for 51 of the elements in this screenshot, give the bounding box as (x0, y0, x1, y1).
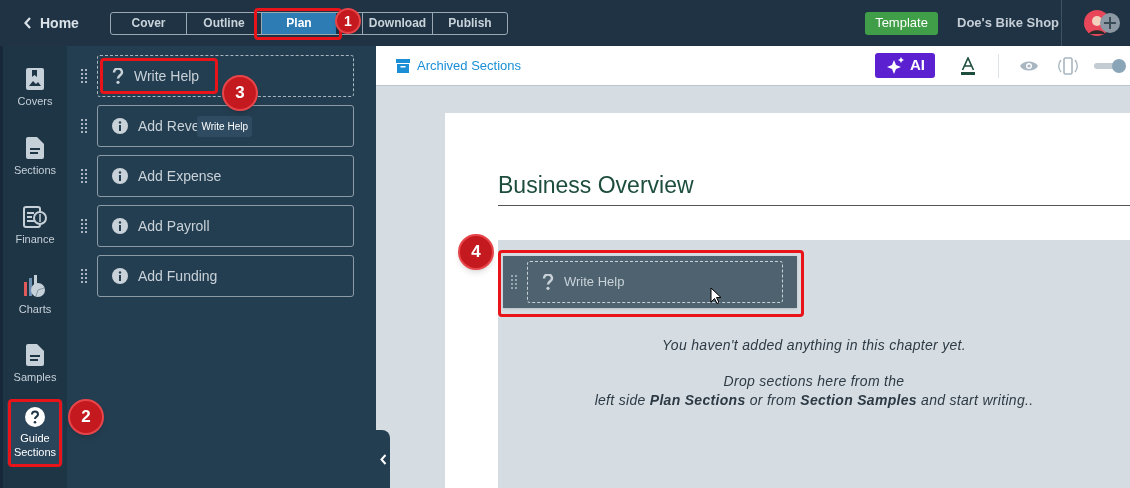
sparkle-icon (885, 56, 905, 75)
info-icon (112, 118, 128, 134)
chevron-left-icon (379, 453, 387, 465)
sidebar-item[interactable]: Sections (7, 125, 63, 189)
hint-text: Drop sections here from the (723, 372, 905, 391)
tooltip: Write Help (197, 115, 252, 137)
business-name: Doe's Bike Shop (957, 14, 1061, 33)
archive-box-icon (396, 58, 410, 73)
ai-button[interactable]: AI (875, 53, 935, 78)
section-card[interactable]: Add Payroll (97, 205, 354, 247)
info-icon (112, 168, 128, 184)
tab[interactable]: Plan (261, 12, 336, 34)
drag-handle-icon[interactable] (81, 219, 87, 233)
add-user-icon[interactable] (1100, 13, 1120, 33)
drag-handle-icon[interactable] (81, 169, 87, 183)
drag-handle-icon[interactable] (81, 119, 87, 133)
chart-icon (23, 274, 47, 298)
sidebar-item[interactable]: Covers (7, 56, 63, 120)
tab[interactable]: Cover (111, 12, 186, 34)
sidebar-item[interactable]: Samples (7, 332, 63, 396)
section-card[interactable]: Add Funding (97, 255, 354, 297)
document-icon (26, 344, 44, 366)
archived-sections-link[interactable]: Archived Sections (396, 55, 522, 76)
tab[interactable]: Download (362, 12, 432, 34)
section-label: Write Help (564, 273, 625, 292)
collapse-handle[interactable] (376, 430, 390, 488)
home-link[interactable]: Home (24, 12, 86, 34)
info-icon (112, 268, 128, 284)
sidebar-item[interactable]: Charts (7, 263, 63, 327)
document-icon (26, 137, 44, 159)
question-icon (542, 274, 554, 290)
drag-handle-icon[interactable] (81, 69, 87, 83)
hint-text: left side Plan Sections or from Section Samples and start writing.. (594, 391, 1034, 410)
info-icon (112, 218, 128, 234)
dragged-section-card[interactable]: Write Help (503, 256, 797, 308)
drag-handle-icon (511, 275, 517, 289)
picture-card-icon (26, 68, 44, 90)
back-chevron-icon (24, 17, 32, 29)
drag-handle-icon[interactable] (81, 269, 87, 283)
finance-document-icon (23, 206, 47, 228)
preview-toggle[interactable] (1094, 58, 1126, 73)
mouse-cursor-icon (710, 287, 722, 305)
sidebar-item[interactable]: Finance (7, 194, 63, 258)
text-color-icon[interactable] (961, 56, 975, 75)
tab[interactable]: Publish (432, 12, 507, 34)
section-heading: Business Overview (498, 171, 1130, 206)
help-icon (25, 407, 45, 427)
section-card[interactable]: Add Expense (97, 155, 354, 197)
question-icon (112, 68, 124, 84)
empty-message: You haven't added anything in this chapter yet. (662, 336, 966, 355)
highlight-frame (8, 399, 62, 467)
